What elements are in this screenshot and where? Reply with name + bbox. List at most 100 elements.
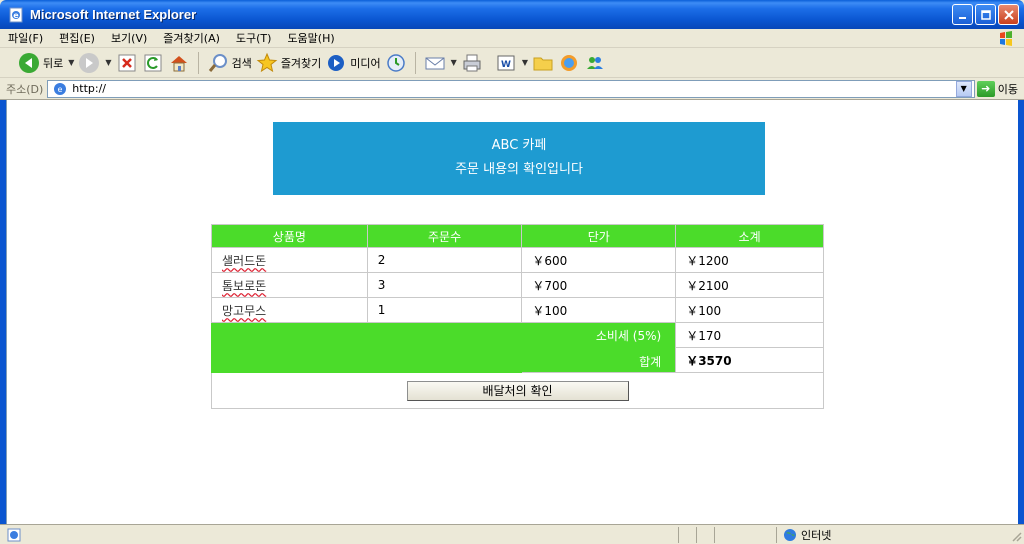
product-name: 망고무스: [211, 297, 368, 323]
forward-button[interactable]: ▼: [78, 51, 112, 75]
total-row: 합계 ￥3570: [210, 347, 824, 373]
header-banner: ABC 카페 주문 내용의 확인입니다: [273, 122, 765, 195]
maximize-button[interactable]: [975, 4, 996, 25]
table-row: 샐러드돈 2 ￥600 ￥1200: [211, 247, 824, 273]
window-title: Microsoft Internet Explorer: [30, 7, 197, 22]
button-cell: 배달처의 확인: [211, 372, 824, 409]
resize-grip-icon[interactable]: [1010, 530, 1022, 542]
close-button[interactable]: [998, 4, 1019, 25]
word-icon: W: [497, 55, 515, 70]
discuss-button[interactable]: [532, 51, 554, 75]
unit-price: ￥700: [521, 272, 677, 298]
history-button[interactable]: [385, 51, 407, 75]
windows-logo-icon: [1000, 31, 1012, 46]
column-header: 주문수: [366, 224, 523, 248]
button-row: 배달처의 확인: [211, 372, 824, 409]
subtotal: ￥1200: [675, 247, 824, 273]
status-panel: [696, 527, 714, 543]
chevron-down-icon: ▼: [960, 84, 967, 93]
refresh-button[interactable]: [142, 51, 164, 75]
page-status-icon: [7, 528, 21, 541]
security-zone: 인터넷: [776, 527, 831, 543]
go-button[interactable]: ➜ 이동: [975, 80, 1024, 97]
search-label: 검색: [231, 56, 252, 70]
search-button[interactable]: 검색: [207, 51, 252, 75]
order-confirm-message: 주문 내용의 확인입니다: [455, 162, 583, 177]
dropdown-arrow-icon: ▼: [68, 58, 75, 67]
menu-favorites[interactable]: 즐겨찾기(A): [155, 30, 228, 46]
status-panel: [678, 527, 696, 543]
window-controls: [952, 4, 1019, 25]
window-titlebar: e Microsoft Internet Explorer: [0, 0, 1024, 29]
minimize-button[interactable]: [952, 4, 973, 25]
product-name: 톰보로돈: [211, 272, 368, 298]
back-button[interactable]: 뒤로 ▼: [18, 51, 74, 75]
tax-row: 소비세 (5%) ￥170: [210, 322, 824, 348]
summary-spacer: [210, 347, 523, 373]
address-url: http://: [72, 82, 106, 95]
quantity: 1: [366, 297, 523, 323]
contacts-button[interactable]: [584, 51, 606, 75]
table-row: 톰보로돈 3 ￥700 ￥2100: [211, 272, 824, 298]
table-row: 망고무스 1 ￥100 ￥100: [211, 297, 824, 323]
internet-globe-icon: [784, 529, 796, 541]
go-label: 이동: [997, 82, 1018, 96]
go-arrow-icon: ➜: [976, 80, 995, 97]
messenger-icon: [560, 54, 577, 71]
search-icon: [208, 53, 227, 72]
close-icon: [1003, 9, 1014, 20]
contacts-icon: [586, 56, 603, 69]
menu-view[interactable]: 보기(V): [103, 30, 155, 46]
table-header-row: 상품명 주문수 단가 소계: [211, 224, 824, 248]
dropdown-arrow-icon: ▼: [105, 58, 112, 67]
menu-file[interactable]: 파일(F): [0, 30, 51, 46]
print-button[interactable]: [461, 51, 483, 75]
favorites-star-icon: [256, 52, 278, 72]
order-table: 상품명 주문수 단가 소계 샐러드돈 2 ￥600 ￥1200 톰보로돈 3 ￥…: [210, 224, 824, 409]
folder-icon: [533, 57, 553, 70]
total-label: 합계: [521, 347, 676, 373]
status-bar: 인터넷: [0, 524, 1024, 544]
edit-word-button[interactable]: W ▼: [495, 51, 528, 75]
page-icon: e: [54, 82, 67, 95]
back-arrow-icon: [19, 52, 39, 73]
messenger-button[interactable]: [558, 51, 580, 75]
subtotal: ￥100: [675, 297, 824, 323]
history-icon: [386, 53, 405, 72]
quantity: 3: [366, 272, 523, 298]
svg-text:e: e: [58, 85, 63, 94]
menu-tools[interactable]: 도구(T): [228, 30, 280, 46]
subtotal: ￥2100: [675, 272, 824, 298]
zone-label: 인터넷: [801, 529, 832, 542]
forward-arrow-icon: [79, 52, 100, 73]
menu-help[interactable]: 도움말(H): [279, 30, 342, 46]
media-icon: [328, 54, 345, 71]
address-input[interactable]: e http:// ▼: [47, 79, 975, 98]
toolbar-separator: [414, 51, 416, 74]
address-label: 주소(D): [6, 82, 44, 96]
dropdown-arrow-icon: ▼: [450, 58, 457, 67]
address-dropdown-button[interactable]: ▼: [955, 80, 972, 97]
quantity: 2: [366, 247, 523, 273]
tax-label: 소비세 (5%): [521, 322, 676, 348]
printer-icon: [463, 54, 481, 71]
favorites-button[interactable]: 즐겨찾기: [256, 51, 321, 75]
confirm-delivery-button[interactable]: 배달처의 확인: [406, 380, 629, 401]
stop-button[interactable]: [116, 51, 138, 75]
home-button[interactable]: [168, 51, 190, 75]
ie-page-icon: e: [9, 7, 23, 22]
total-value: ￥3570: [675, 347, 824, 373]
svg-text:e: e: [13, 11, 19, 20]
window-frame-right: [1018, 100, 1024, 524]
menu-edit[interactable]: 편집(E): [51, 30, 103, 46]
media-button[interactable]: 미디어: [325, 51, 381, 75]
mail-button[interactable]: ▼: [424, 51, 457, 75]
shop-name: ABC 카페: [491, 138, 547, 153]
maximize-icon: [980, 9, 991, 20]
toolbar: 뒤로 ▼ ▼ 검색 즐겨찾기 미디어 ▼ W ▼: [0, 48, 1024, 78]
page-content: ABC 카페 주문 내용의 확인입니다 상품명 주문수 단가 소계 샐러드돈 2…: [6, 100, 1018, 524]
favorites-label: 즐겨찾기: [280, 56, 322, 70]
toolbar-separator: [197, 51, 199, 74]
tax-value: ￥170: [675, 322, 824, 348]
unit-price: ￥600: [521, 247, 677, 273]
